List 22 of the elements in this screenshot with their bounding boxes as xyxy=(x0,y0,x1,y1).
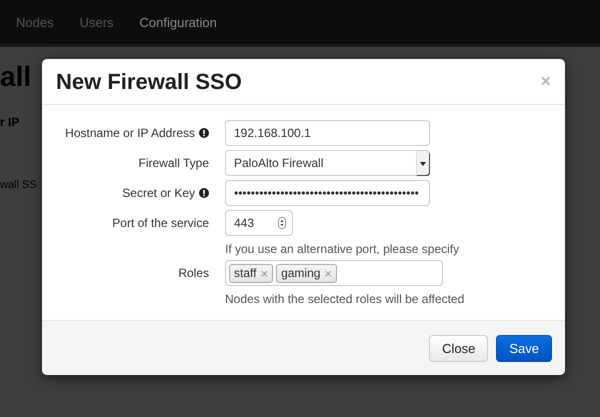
help-text: If you use an alternative port, please specify xyxy=(225,242,460,256)
text-input[interactable]: 192.168.100.1 xyxy=(225,120,430,146)
tag-label: staff xyxy=(234,266,256,280)
firewall-type-select[interactable]: PaloAlto Firewall xyxy=(225,150,430,176)
tag-label: gaming xyxy=(281,266,320,280)
field-label: Firewall Type xyxy=(138,156,209,170)
port-input[interactable]: 443 xyxy=(225,210,293,236)
field-label: Roles xyxy=(178,266,209,280)
save-button[interactable]: Save xyxy=(496,334,552,362)
column-heading: r IP xyxy=(0,115,20,129)
modal-title: New Firewall SSO xyxy=(56,68,242,94)
text-input[interactable]: •••••••••••••••••••••••••••••••••••••••••••• xyxy=(225,180,430,206)
table-cell: wall SS xyxy=(0,179,37,191)
close-button[interactable]: Close xyxy=(429,334,488,362)
spinner-icon[interactable] xyxy=(278,217,286,229)
caret-icon xyxy=(416,151,429,175)
help-text: Nodes with the selected roles will be affected xyxy=(225,292,466,306)
field-label: Port of the service xyxy=(112,216,209,230)
field-label: Secret or Key xyxy=(122,186,195,200)
page-title: all xyxy=(0,61,32,93)
nav-link[interactable]: Configuration xyxy=(140,14,217,30)
field-label: Hostname or IP Address xyxy=(65,126,195,140)
